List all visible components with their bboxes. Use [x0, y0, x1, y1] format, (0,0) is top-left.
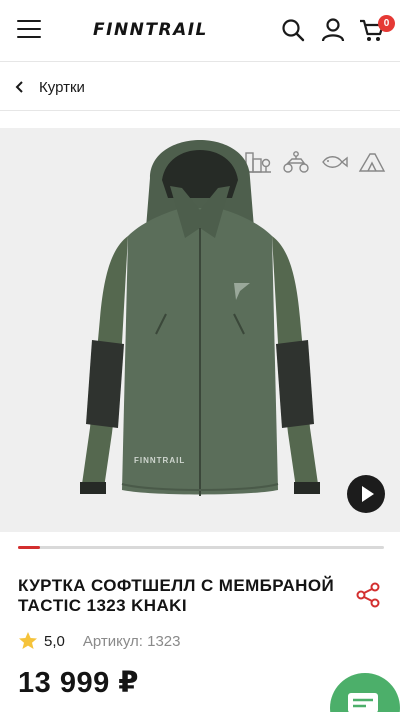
chat-button[interactable]: [330, 673, 400, 712]
product-image[interactable]: [0, 128, 400, 532]
star-icon: [19, 632, 37, 649]
gallery-slider-track[interactable]: [18, 546, 384, 549]
chat-icon: [348, 693, 378, 712]
play-icon: [362, 486, 374, 502]
user-icon[interactable]: [320, 17, 346, 43]
menu-icon[interactable]: [17, 20, 41, 40]
rating-value: 5,0: [44, 632, 65, 650]
breadcrumb: Куртки: [0, 63, 400, 111]
share-icon[interactable]: [356, 582, 380, 608]
sku-label: Артикул: 1323: [82, 632, 181, 650]
logo[interactable]: FINNTRAIL: [93, 20, 208, 40]
product-gallery[interactable]: FINNTRAIL: [0, 128, 400, 532]
product-price: 13 999 ₽: [18, 667, 139, 699]
breadcrumb-link[interactable]: Куртки: [39, 79, 85, 96]
product-title: КУРТКА СОФТШЕЛЛ С МЕМБРАНОЙ TACTIC 1323 …: [18, 576, 335, 615]
top-header: FINNTRAIL 0: [0, 0, 400, 62]
cart-count-badge[interactable]: 0: [378, 15, 395, 32]
search-icon[interactable]: [280, 17, 306, 43]
gallery-slider-active: [18, 546, 40, 549]
chevron-left-icon[interactable]: [14, 80, 26, 94]
play-video-button[interactable]: [347, 475, 385, 513]
jacket-brand-print: FINNTRAIL: [134, 456, 186, 465]
rating-row: 5,0 Артикул: 1323: [18, 630, 180, 652]
